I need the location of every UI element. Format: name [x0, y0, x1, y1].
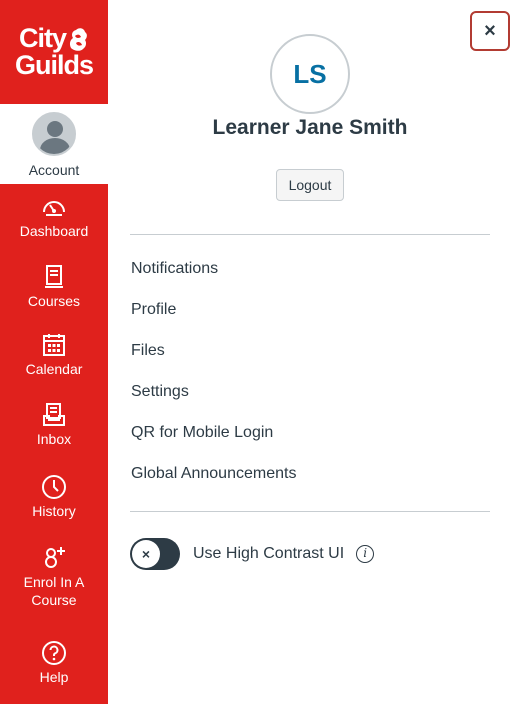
nav-item-label: Courses [27, 293, 81, 309]
nav-item-label: Inbox [36, 431, 72, 447]
menu-link-files[interactable]: Files [131, 339, 471, 380]
enrol-icon [45, 547, 65, 568]
nav-item-courses[interactable]: Courses [0, 264, 108, 310]
history-icon [42, 475, 66, 499]
menu-link-notifications[interactable]: Notifications [131, 257, 471, 298]
nav-item-label: History [32, 503, 76, 519]
nav-item-account[interactable]: Account [0, 104, 108, 184]
nav-item-history[interactable]: History [0, 474, 108, 520]
high-contrast-toggle[interactable]: × [130, 538, 180, 570]
info-icon[interactable]: i [356, 545, 375, 563]
menu-link-global-announcements[interactable]: Global Announcements [131, 462, 471, 503]
nav-item-label: Help [39, 669, 69, 685]
lion-crest-icon [69, 27, 87, 51]
dashboard-icon [43, 201, 65, 216]
account-menu: Notifications Profile Files Settings QR … [131, 257, 471, 503]
high-contrast-setting: × Use High Contrast UI i [130, 537, 490, 571]
divider [130, 234, 490, 235]
nav-item-label: Enrol In A [23, 574, 85, 590]
toggle-off-icon: × [132, 540, 160, 568]
help-icon [42, 641, 66, 665]
avatar-initials: LS [293, 58, 327, 89]
nav-item-enrol-in-a-course[interactable]: Enrol In A Course [0, 545, 108, 609]
logout-button[interactable]: Logout [276, 169, 344, 201]
logo-text-city: City [18, 23, 67, 53]
inbox-icon [43, 403, 65, 426]
avatar [32, 112, 76, 156]
courses-icon [45, 265, 63, 288]
menu-link-settings[interactable]: Settings [131, 380, 471, 421]
menu-link-qr-mobile-login[interactable]: QR for Mobile Login [131, 421, 471, 462]
nav-item-label: Calendar [25, 361, 83, 377]
city-and-guilds-logo[interactable]: City Guilds [0, 0, 108, 104]
menu-link-profile[interactable]: Profile [131, 298, 471, 339]
nav-item-inbox[interactable]: Inbox [0, 402, 108, 448]
nav-item-label: Dashboard [19, 223, 89, 239]
divider [130, 511, 490, 512]
high-contrast-label: Use High Contrast UI [193, 545, 345, 562]
calendar-icon [43, 334, 65, 356]
nav-item-label-line2: Course [31, 592, 77, 608]
nav-item-calendar[interactable]: Calendar [0, 332, 108, 378]
nav-item-label: Account [28, 162, 80, 178]
close-tray-button[interactable]: × [470, 11, 510, 51]
logo-text-guilds: Guilds [14, 50, 94, 80]
nav-item-help[interactable]: Help [0, 640, 108, 686]
global-navigation: City Guilds Account Dashboard Courses Ca… [0, 0, 108, 704]
user-avatar: LS [270, 34, 350, 114]
user-name: Learner Jane Smith [212, 116, 408, 139]
nav-item-dashboard[interactable]: Dashboard [0, 194, 108, 240]
